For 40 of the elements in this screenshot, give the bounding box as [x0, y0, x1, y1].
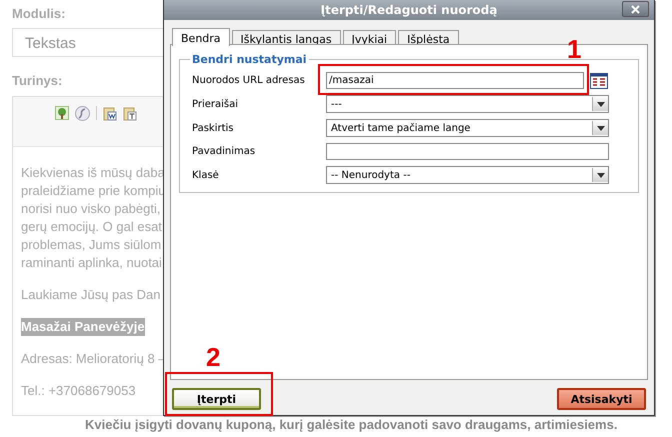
content-label: Turinys:: [12, 73, 64, 89]
tab[interactable]: Įvykiai: [342, 30, 396, 45]
dropdown-arrow-icon: [596, 102, 604, 106]
paragraph-text: Kviečiu įsigyti dovanų kuponą, kurį galėsite padovanoti savo draugams, artimiesiems.: [84, 416, 618, 434]
dropdown[interactable]: Atverti tame pačiame lange: [326, 119, 609, 137]
paste-word-icon[interactable]: [103, 106, 117, 121]
annotation-number: 1: [567, 36, 582, 62]
paragraph-text: problemas, Jums siūlom: [21, 236, 162, 254]
text-field[interactable]: [326, 143, 609, 160]
tab[interactable]: Iškylantis langas: [232, 30, 341, 45]
image-icon[interactable]: [55, 106, 69, 120]
paragraph-text: gerų emocijų. O gal esat: [21, 218, 162, 236]
cancel-button[interactable]: Atsisakyti: [557, 388, 646, 410]
dropdown-arrow-icon: [596, 172, 604, 178]
field-label: Klasė: [191, 170, 220, 180]
dialog-title: Įterpti/Redaguoti nuorodą: [320, 3, 498, 17]
browse-icon[interactable]: [590, 72, 608, 88]
field-label: Pavadinimas: [191, 146, 256, 157]
annotation-number: 2: [206, 344, 220, 370]
tab[interactable]: Išplėsta: [398, 30, 459, 45]
paragraph-text: Laukiame Jūsų pas Dan: [21, 286, 160, 304]
paste-text-icon[interactable]: [123, 106, 137, 121]
flash-icon[interactable]: [75, 106, 90, 121]
text-field[interactable]: /masazai: [326, 72, 584, 89]
module-label: Modulis:: [12, 6, 66, 22]
insert-button[interactable]: Įterpti: [172, 388, 261, 410]
paragraph-text: norisi nuo visko pabėgti,: [21, 200, 160, 218]
fieldset-legend: Bendri nustatymai: [192, 53, 307, 66]
paragraph-text: raminanti aplinka, nuotai: [21, 254, 162, 272]
dropdown-arrow-icon: [596, 126, 604, 130]
paragraph-text: Tel.: +37068679053: [21, 382, 136, 400]
close-icon: [631, 4, 640, 14]
field-label: Nuorodos URL adresas: [191, 75, 306, 86]
field-label: Paskirtis: [191, 122, 235, 134]
highlighted-text: Masažai Panevėžyje: [21, 318, 145, 336]
close-button[interactable]: [622, 1, 649, 17]
tab[interactable]: Bendra: [172, 28, 230, 46]
dropdown[interactable]: ---: [326, 95, 609, 113]
field-label: Prieraišai: [191, 98, 240, 110]
dropdown[interactable]: -- Nenurodyta --: [326, 166, 609, 184]
